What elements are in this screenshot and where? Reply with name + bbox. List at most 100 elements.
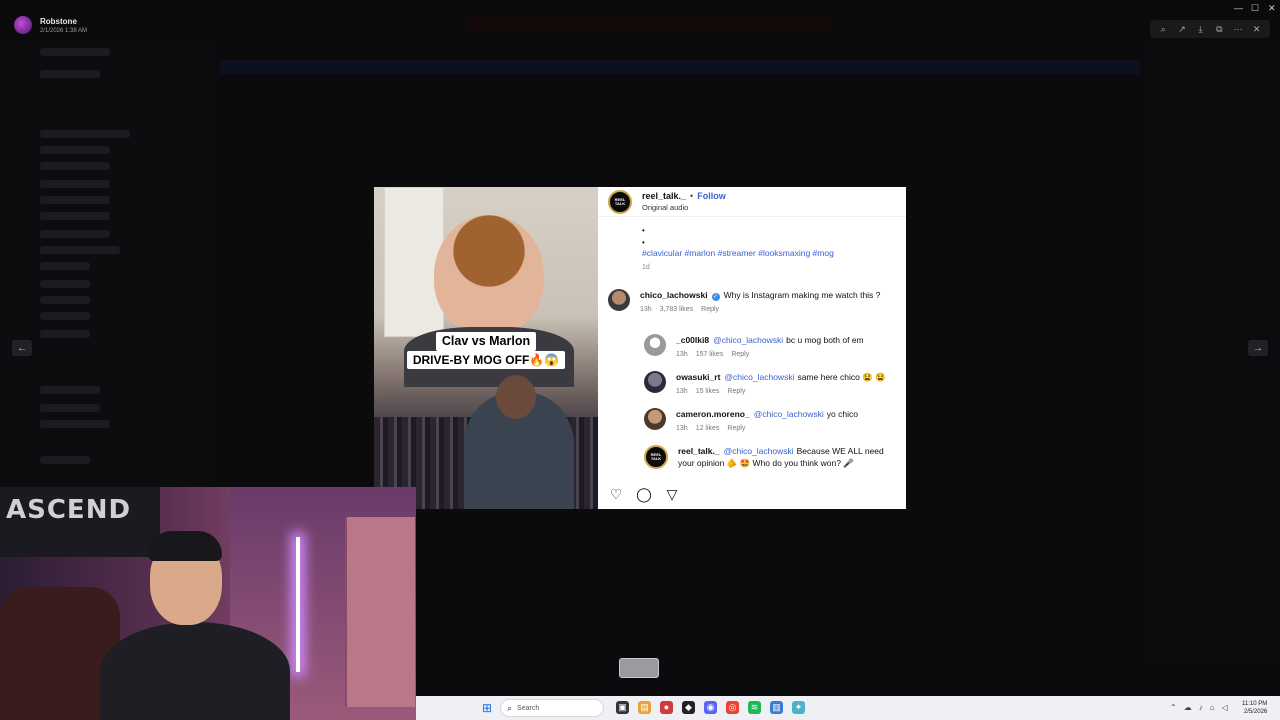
taskbar-search[interactable]: ⌕ Search — [500, 699, 604, 717]
comment-text: yo chico — [826, 409, 858, 419]
comment-username[interactable]: cameron.moreno_ — [676, 409, 750, 419]
author-avatar[interactable]: REEL TALK — [608, 189, 632, 214]
viewer-user-info: Robstone 2/1/2026 1:38 AM — [14, 16, 87, 34]
comment: _c00lki8 @chico_lachowski bc u mog both of… — [644, 334, 864, 358]
maximize-icon[interactable]: ☐ — [1251, 3, 1259, 14]
wall-banner: ASCEND — [0, 487, 160, 557]
share-icon[interactable]: ▽ — [664, 486, 680, 502]
search-icon: ⌕ — [507, 702, 513, 713]
next-arrow-icon[interactable]: → — [1248, 340, 1268, 356]
comment-username[interactable]: chico_lachowski — [640, 290, 708, 300]
comment-time: 13h — [676, 388, 688, 395]
comment-mention[interactable]: @chico_lachowski — [754, 409, 824, 419]
webcam-feed: ASCEND — [0, 487, 416, 720]
comment-text: Why is Instagram making me watch this ? — [723, 290, 881, 300]
file-explorer-icon[interactable]: ▤ — [638, 701, 651, 714]
volume-icon[interactable]: ◁ — [1222, 703, 1228, 712]
taskbar-clock[interactable]: 11:10 PM 2/5/2026 — [1242, 700, 1267, 716]
comment-likes[interactable]: 15 likes — [696, 388, 720, 395]
comment: chico_lachowski ✓ Why is Instagram making … — [608, 289, 880, 313]
reply-button[interactable]: Reply — [701, 306, 719, 313]
window-thumbnail[interactable] — [619, 658, 659, 678]
comment-mention[interactable]: @chico_lachowski — [713, 335, 783, 345]
app-icon[interactable]: ● — [660, 701, 673, 714]
comment-text: bc u mog both of em — [786, 335, 864, 345]
app-icon[interactable]: ◆ — [682, 701, 695, 714]
streamer-cap — [148, 531, 222, 561]
comment-text: Because WE ALL need — [796, 446, 884, 456]
more-icon[interactable]: ⋯ — [1231, 24, 1245, 35]
comment: cameron.moreno_ @chico_lachowski yo chico … — [644, 408, 858, 432]
viewer-date: 2/1/2026 1:38 AM — [40, 27, 88, 34]
comment-username[interactable]: _c00lki8 — [676, 335, 709, 345]
comment-text-continued: your opinion 🫵 🤩 Who do you think won? 🎤 — [678, 458, 854, 468]
prev-arrow-icon[interactable]: ← — [12, 340, 32, 356]
download-icon[interactable]: ⤓ — [1194, 24, 1208, 35]
post-age: 1d — [642, 264, 650, 271]
post-video[interactable]: Clav vs Marlon DRIVE-BY MOG OFF🔥😱 — [374, 187, 598, 509]
task-view-icon[interactable]: ▣ — [616, 701, 629, 714]
microphone-icon[interactable]: ♪ — [1199, 703, 1203, 712]
clock-time: 11:10 PM — [1242, 701, 1268, 707]
avatar[interactable] — [644, 371, 666, 393]
zoom-icon[interactable]: ⌕ — [1156, 24, 1170, 35]
spotify-icon[interactable]: ≋ — [748, 701, 761, 714]
avatar[interactable] — [644, 408, 666, 430]
chevron-up-icon[interactable]: ⌃ — [1170, 703, 1177, 712]
bg-banner — [220, 60, 1140, 74]
heart-icon[interactable]: ♡ — [608, 486, 624, 502]
comment-username[interactable]: reel_talk._ — [678, 446, 720, 456]
window-close-icon[interactable]: ✕ — [1268, 3, 1276, 14]
screen: Robstone 2/1/2026 1:38 AM — ☐ ✕ ⌕ ↗ ⤓ ⧉ … — [0, 0, 1280, 720]
comment-text: same here chico 😫 😫 — [797, 372, 886, 382]
reply-button[interactable]: Reply — [731, 351, 749, 358]
comment-username[interactable]: owasuki_rt — [676, 372, 720, 382]
comment: REEL TALK reel_talk._ @chico_lachowski Bec… — [644, 445, 884, 469]
post-actions: ♡ ◯ ▽ — [608, 486, 680, 502]
audio-label[interactable]: Original audio — [642, 203, 726, 212]
reply-button[interactable]: Reply — [727, 425, 745, 432]
post-sidebar: REEL TALK reel_talk._ • Follow Original … — [598, 187, 906, 509]
comment-mention[interactable]: @chico_lachowski — [724, 446, 794, 456]
reply-button[interactable]: Reply — [727, 388, 745, 395]
video-caption: Clav vs Marlon DRIVE-BY MOG OFF🔥😱 — [402, 332, 570, 370]
avatar — [14, 16, 32, 34]
cloud-icon[interactable]: ☁ — [1184, 703, 1192, 712]
app-icon[interactable]: ✦ — [792, 701, 805, 714]
caption-bullets: • • — [642, 226, 645, 247]
bg-channel-list — [0, 40, 215, 496]
minimize-icon[interactable]: — — [1234, 3, 1243, 13]
comment-likes[interactable]: 3,783 likes — [660, 306, 693, 313]
comment-time: 13h — [640, 306, 652, 313]
comment-mention[interactable]: @chico_lachowski — [724, 372, 794, 382]
caption-hashtags[interactable]: #clavicular #marlon #streamer #looksmaxi… — [642, 248, 834, 258]
share-icon[interactable]: ↗ — [1175, 24, 1189, 35]
clock-date: 2/5/2026 — [1243, 709, 1268, 715]
search-label: Search — [517, 704, 540, 712]
follow-button[interactable]: Follow — [697, 191, 726, 201]
open-external-icon[interactable]: ⧉ — [1212, 24, 1226, 35]
comment-time: 13h — [676, 351, 688, 358]
comment: owasuki_rt @chico_lachowski same here chic… — [644, 371, 886, 395]
verified-icon: ✓ — [711, 293, 720, 301]
chrome-icon[interactable]: ◎ — [726, 701, 739, 714]
bg-top-strip — [470, 18, 830, 32]
viewer-user-name: Robstone — [40, 16, 77, 26]
light-bar — [296, 537, 300, 672]
comment-icon[interactable]: ◯ — [636, 486, 652, 502]
network-icon[interactable]: ⌂ — [1210, 703, 1215, 712]
discord-icon[interactable]: ◉ — [704, 701, 717, 714]
system-tray: ⌃ ☁ ♪ ⌂ ◁ — [1170, 703, 1228, 712]
comment-likes[interactable]: 157 likes — [696, 351, 724, 358]
instagram-post: Clav vs Marlon DRIVE-BY MOG OFF🔥😱 REEL T… — [374, 187, 906, 509]
comment-likes[interactable]: 12 likes — [696, 425, 720, 432]
author-username[interactable]: reel_talk._ — [642, 191, 686, 201]
avatar[interactable]: REEL TALK — [644, 445, 668, 469]
document-icon[interactable]: ▥ — [770, 701, 783, 714]
video-caption-line1: Clav vs Marlon — [435, 332, 537, 351]
avatar[interactable] — [608, 289, 630, 311]
windows-start-icon[interactable]: ⊞ — [480, 701, 494, 715]
close-icon[interactable]: ✕ — [1250, 24, 1264, 35]
separator-dot: • — [690, 191, 694, 201]
avatar[interactable] — [644, 334, 666, 356]
